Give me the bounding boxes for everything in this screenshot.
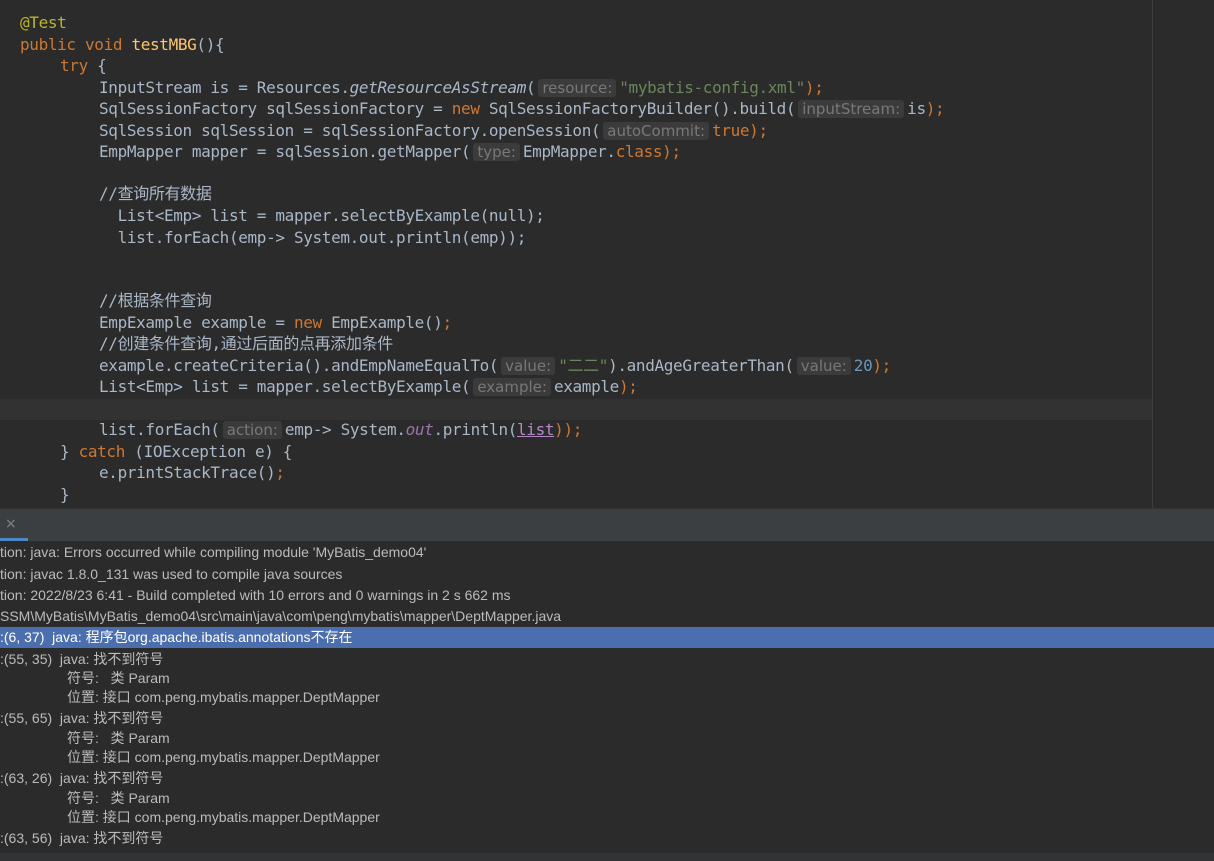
error-position: 位置: 接口 com.peng.mybatis.mapper.DeptMappe…: [67, 689, 380, 705]
message-line[interactable]: tion: java: Errors occurred while compil…: [0, 542, 426, 562]
code-token: .println(: [433, 420, 518, 439]
keyword-token: void: [85, 35, 123, 54]
error-location[interactable]: :(55, 35) java: 找不到符号: [0, 649, 163, 669]
code-token: SqlSessionFactoryBuilder().build(: [479, 99, 796, 118]
message-line[interactable]: tion: javac 1.8.0_131 was used to compil…: [0, 564, 342, 584]
parameter-hint: value:: [796, 357, 851, 375]
code-token: example: [553, 377, 619, 396]
punctuation-token: );: [925, 99, 945, 118]
punctuation-token: );: [662, 142, 681, 161]
code-token: InputStream is = Resources.: [99, 78, 350, 97]
punctuation-token: ));: [554, 420, 583, 439]
number-token: 20: [853, 356, 873, 375]
keyword-token: catch: [78, 442, 126, 461]
parameter-hint: example:: [473, 378, 551, 396]
code-token: SqlSession sqlSession = sqlSessionFactor…: [99, 121, 601, 140]
build-messages-panel: × tion: java: Errors occurred while comp…: [0, 508, 1214, 861]
code-token: list.forEach(: [99, 420, 220, 439]
parameter-hint: type:: [473, 143, 520, 161]
code-token: EmpExample(): [321, 313, 443, 332]
code-token: EmpExample example =: [99, 313, 294, 332]
punctuation-token: (: [526, 78, 536, 97]
code-line[interactable]: } catch (IOException e) {: [60, 441, 292, 462]
keyword-token: try: [60, 56, 88, 75]
error-symbol: 符号: 类 Param: [67, 670, 170, 686]
code-token: SqlSessionFactory sqlSessionFactory =: [99, 99, 452, 118]
parameter-hint: value:: [501, 357, 556, 375]
selected-error-row[interactable]: :(6, 37) java: 程序包org.apache.ibatis.anno…: [0, 627, 1214, 648]
string-token: "二二": [558, 356, 609, 375]
punctuation-token: );: [872, 356, 891, 375]
code-line[interactable]: }: [60, 484, 70, 505]
message-line[interactable]: tion: 2022/8/23 6:41 - Build completed w…: [0, 585, 511, 605]
code-line[interactable]: SqlSession sqlSession = sqlSessionFactor…: [99, 120, 768, 141]
active-tab-indicator: [0, 538, 28, 541]
code-token: emp-> System.: [284, 420, 406, 439]
error-location[interactable]: :(63, 56) java: 找不到符号: [0, 828, 163, 848]
code-line-commented[interactable]: list.forEach(emp-> System.out.println(em…: [99, 227, 527, 248]
method-name: testMBG: [131, 35, 197, 54]
code-line-commented[interactable]: List<Emp> list = mapper.selectByExample(…: [99, 205, 545, 226]
code-line[interactable]: list.forEach(action: emp-> System.out.pri…: [99, 419, 582, 440]
punctuation-token: (){: [196, 35, 225, 54]
code-comment[interactable]: //创建条件查询,通过后面的点再添加条件: [99, 333, 393, 354]
panel-header: ×: [0, 508, 1214, 541]
parameter-hint: inputStream:: [798, 100, 905, 118]
punctuation-token: }: [60, 442, 79, 461]
code-token: List<Emp> list = mapper.selectByExample(: [99, 377, 471, 396]
keyword-token: true: [712, 121, 750, 140]
punctuation-token: ;: [442, 313, 453, 332]
code-line[interactable]: e.printStackTrace();: [99, 462, 285, 483]
error-position: 位置: 接口 com.peng.mybatis.mapper.DeptMappe…: [67, 749, 380, 765]
keyword-token: class: [615, 142, 663, 161]
right-margin-guide: [1152, 0, 1153, 508]
code-token: EmpMapper mapper = sqlSession.getMapper(: [99, 142, 471, 161]
code-token: e.printStackTrace(): [99, 463, 276, 482]
parameter-hint: autoCommit:: [603, 122, 710, 140]
annotation-token: @Test: [20, 13, 67, 32]
panel-bottom-strip: [0, 853, 1214, 861]
punctuation-token: {: [87, 56, 107, 75]
error-message: :(6, 37) java: 程序包org.apache.ibatis.anno…: [0, 629, 353, 645]
keyword-token: new: [293, 313, 322, 332]
code-line[interactable]: InputStream is = Resources.getResourceAs…: [99, 77, 824, 98]
current-line-highlight: [0, 399, 1152, 420]
code-token: (IOException e) {: [125, 442, 293, 461]
close-icon[interactable]: ×: [5, 516, 17, 532]
string-token: "mybatis-config.xml": [619, 78, 805, 97]
code-line[interactable]: EmpExample example = new EmpExample();: [99, 312, 452, 333]
code-line[interactable]: @Test: [20, 12, 67, 33]
error-position: 位置: 接口 com.peng.mybatis.mapper.DeptMappe…: [67, 809, 380, 825]
error-symbol: 符号: 类 Param: [67, 730, 170, 746]
file-path-line[interactable]: SSM\MyBatis\MyBatis_demo04\src\main\java…: [0, 606, 561, 626]
code-editor[interactable]: @Test public void testMBG(){ try { Input…: [0, 0, 1214, 508]
punctuation-token: );: [618, 377, 638, 396]
code-line[interactable]: public void testMBG(){: [20, 34, 225, 55]
keyword-token: public: [20, 35, 76, 54]
parameter-hint: resource:: [538, 79, 617, 97]
parameter-hint: action:: [222, 421, 282, 439]
error-location[interactable]: :(55, 65) java: 找不到符号: [0, 708, 163, 728]
code-token: EmpMapper.: [522, 142, 616, 161]
code-comment[interactable]: //查询所有数据: [99, 183, 212, 204]
error-symbol: 符号: 类 Param: [67, 790, 170, 806]
punctuation-token: );: [804, 78, 824, 97]
code-token: ).andAgeGreaterThan(: [608, 356, 794, 375]
static-field-token: out: [405, 420, 434, 439]
code-line[interactable]: SqlSessionFactory sqlSessionFactory = ne…: [99, 98, 945, 119]
error-location[interactable]: :(63, 26) java: 找不到符号: [0, 768, 163, 788]
code-comment[interactable]: //根据条件查询: [99, 290, 212, 311]
code-line[interactable]: EmpMapper mapper = sqlSession.getMapper(…: [99, 141, 681, 162]
code-line[interactable]: List<Emp> list = mapper.selectByExample(…: [99, 376, 638, 397]
variable-token: list: [517, 420, 555, 439]
punctuation-token: );: [749, 121, 768, 140]
code-line[interactable]: try {: [60, 55, 107, 76]
punctuation-token: ;: [275, 463, 285, 482]
code-token: example.createCriteria().andEmpNameEqual…: [99, 356, 499, 375]
keyword-token: new: [451, 99, 480, 118]
code-token: is: [907, 99, 926, 118]
code-line[interactable]: example.createCriteria().andEmpNameEqual…: [99, 355, 891, 376]
method-call-token: getResourceAsStream: [349, 78, 527, 97]
